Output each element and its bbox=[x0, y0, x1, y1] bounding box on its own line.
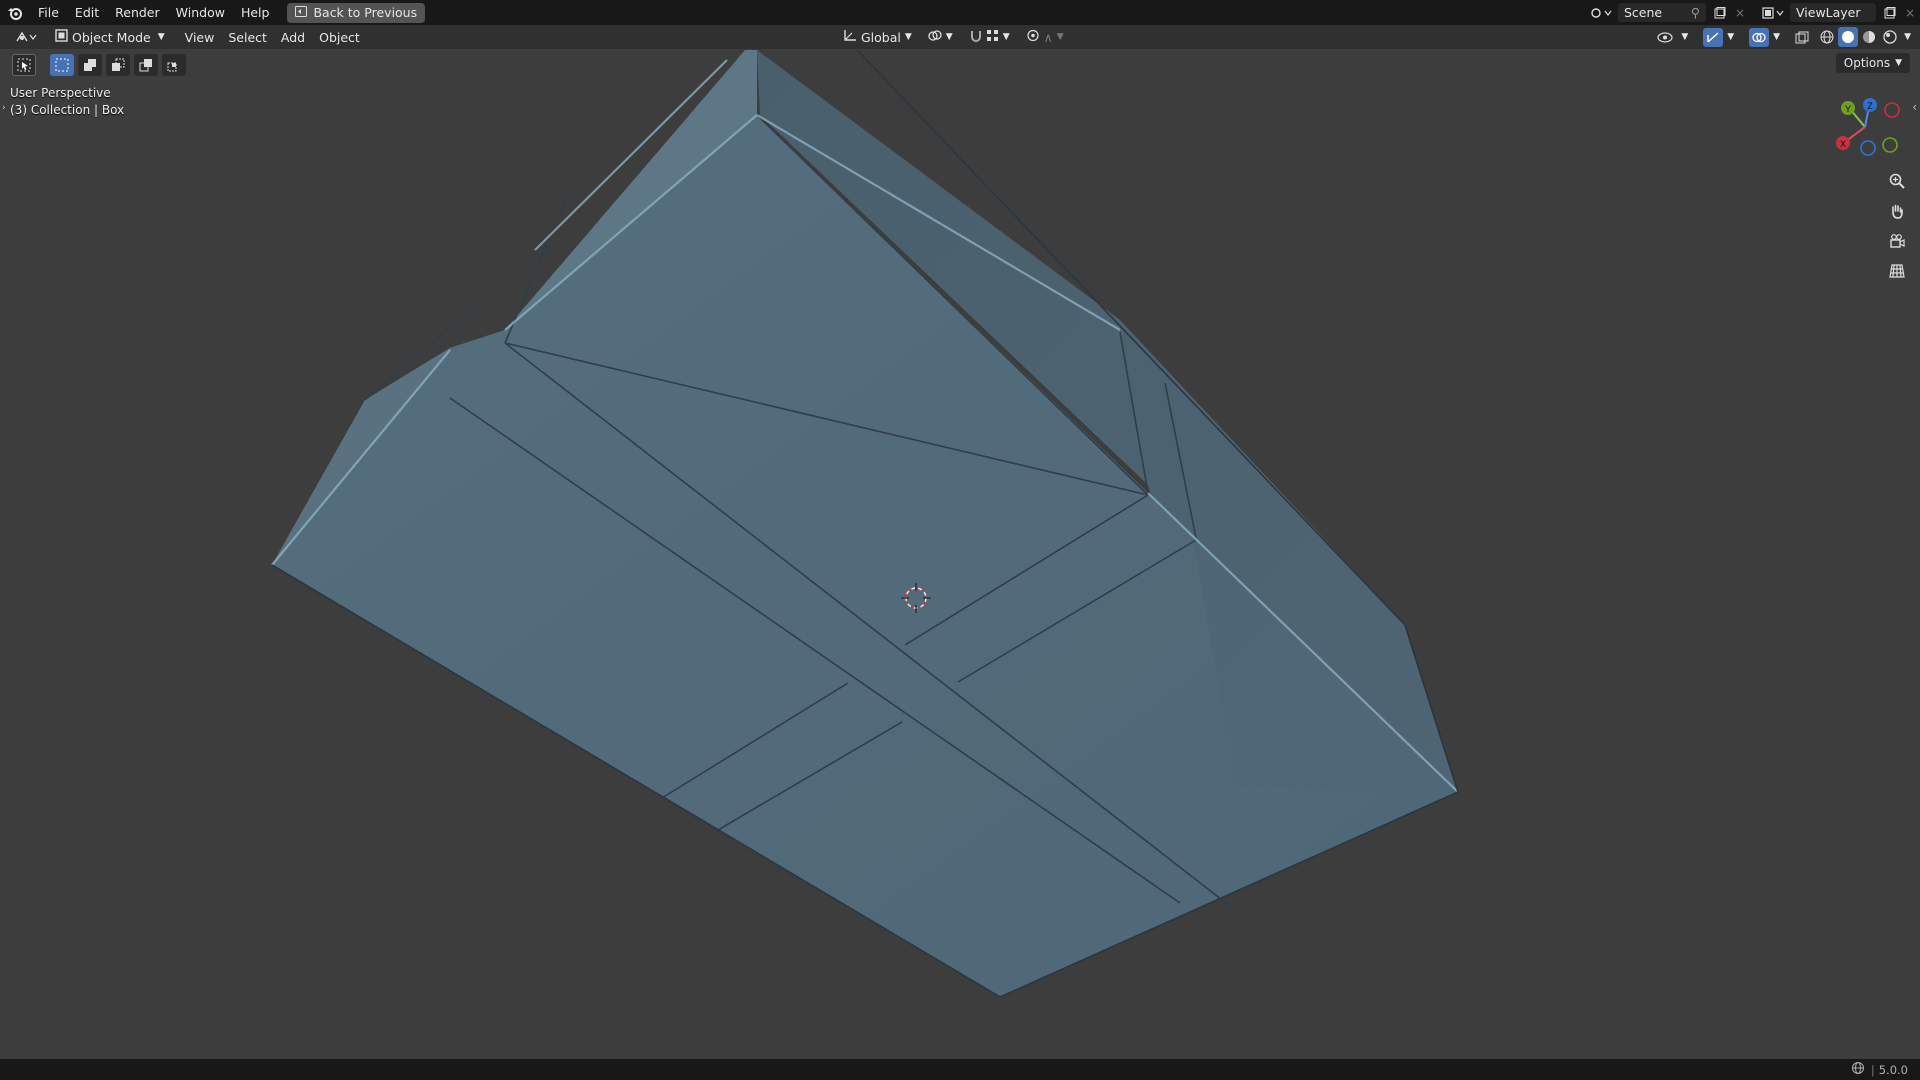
status-divider: | bbox=[1870, 1062, 1875, 1077]
back-to-previous-label: Back to Previous bbox=[313, 5, 418, 20]
x-axis-label: X bbox=[1840, 139, 1846, 149]
menu-window[interactable]: Window bbox=[168, 0, 233, 25]
menu-view[interactable]: View bbox=[178, 27, 222, 47]
viewport-header: Object Mode ▼ View Select Add Object Glo… bbox=[0, 25, 1920, 49]
grid-icon[interactable] bbox=[1884, 258, 1910, 284]
options-dropdown[interactable]: Options ▼ bbox=[1835, 53, 1910, 73]
chevron-down-icon: ▼ bbox=[904, 32, 912, 42]
select-extend-icon[interactable] bbox=[78, 54, 102, 76]
pivot-icon bbox=[928, 29, 942, 45]
snap-target-icon bbox=[986, 29, 999, 45]
new-view-layer-icon[interactable] bbox=[1880, 3, 1900, 22]
proportional-icon bbox=[1026, 29, 1040, 45]
scene-name: Scene bbox=[1624, 5, 1663, 20]
solid-icon[interactable] bbox=[1838, 27, 1859, 47]
neg-z-axis[interactable] bbox=[1860, 140, 1876, 156]
scene-field[interactable]: Scene ⚲ bbox=[1618, 3, 1706, 22]
back-to-previous-button[interactable]: Back to Previous bbox=[287, 2, 426, 23]
select-intersect-icon[interactable] bbox=[162, 54, 186, 76]
delete-scene-icon[interactable]: × bbox=[1730, 3, 1750, 22]
new-scene-icon[interactable] bbox=[1710, 3, 1730, 22]
pan-hand-icon[interactable] bbox=[1884, 198, 1910, 224]
select-subtract-icon[interactable] bbox=[106, 54, 130, 76]
neg-x-axis[interactable] bbox=[1884, 102, 1900, 118]
camera-icon[interactable] bbox=[1884, 228, 1910, 254]
version-label: 5.0.0 bbox=[1878, 1062, 1908, 1077]
viewport-canvas[interactable] bbox=[0, 49, 1920, 1059]
pivot-point-dropdown[interactable]: ▼ bbox=[921, 27, 960, 47]
neg-y-axis[interactable] bbox=[1882, 137, 1898, 153]
chevron-down-icon: ▼ bbox=[1056, 32, 1064, 42]
snap-icon bbox=[969, 29, 983, 45]
view-layer-field[interactable]: ViewLayer bbox=[1790, 3, 1876, 22]
chevron-down-icon: ▼ bbox=[945, 32, 953, 42]
perspective-label: User Perspective bbox=[10, 86, 111, 100]
chevron-right-icon[interactable]: › bbox=[2, 103, 6, 113]
menu-file[interactable]: File bbox=[30, 0, 67, 25]
menu-select[interactable]: Select bbox=[221, 27, 274, 47]
scene-icon[interactable] bbox=[1584, 3, 1618, 22]
rendered-icon[interactable] bbox=[1880, 27, 1900, 47]
z-axis-label: Z bbox=[1867, 101, 1873, 111]
editor-type-icon[interactable] bbox=[8, 27, 44, 47]
blender-logo-icon[interactable] bbox=[0, 0, 30, 25]
orientation-icon bbox=[843, 29, 857, 45]
menu-help[interactable]: Help bbox=[233, 0, 278, 25]
visibility-icon[interactable]: ▼ bbox=[1650, 27, 1695, 47]
view-layer-name: ViewLayer bbox=[1796, 5, 1861, 20]
snap-toggle[interactable]: ▼ bbox=[962, 27, 1017, 47]
proportional-editing-toggle[interactable]: ∧ ▼ bbox=[1019, 27, 1071, 47]
topbar-right: Scene ⚲ × ViewLayer × bbox=[1584, 0, 1920, 25]
delete-view-layer-icon[interactable]: × bbox=[1900, 3, 1920, 22]
select-invert-icon[interactable] bbox=[134, 54, 158, 76]
y-axis-label: Y bbox=[1845, 104, 1851, 114]
tool-settings-row: Options ▼ bbox=[0, 49, 1920, 79]
header-right-tools: ▼ ▼ ▼ ▼ bbox=[1650, 25, 1914, 49]
options-label: Options bbox=[1843, 56, 1891, 70]
chevron-down-icon: ▼ bbox=[157, 32, 165, 42]
menu-render[interactable]: Render bbox=[107, 0, 168, 25]
select-mode-group bbox=[12, 54, 186, 76]
chevron-down-icon: ▼ bbox=[1895, 58, 1902, 68]
wireframe-icon[interactable] bbox=[1817, 27, 1837, 47]
sidebar-toggle-icon[interactable]: ‹ bbox=[1912, 100, 1917, 114]
status-bar: | 5.0.0 bbox=[0, 1059, 1920, 1080]
object-mode-icon bbox=[55, 29, 68, 45]
menu-edit[interactable]: Edit bbox=[67, 0, 107, 25]
object-mode-label: Object Mode bbox=[72, 29, 151, 45]
3d-viewport[interactable] bbox=[0, 49, 1920, 1059]
view-layer-icon[interactable] bbox=[1756, 3, 1790, 22]
falloff-icon: ∧ bbox=[1043, 29, 1053, 45]
menu-add[interactable]: Add bbox=[274, 27, 312, 47]
select-new-icon[interactable] bbox=[50, 54, 74, 76]
xray-icon[interactable] bbox=[1788, 27, 1816, 47]
collection-label: (3) Collection | Box bbox=[10, 103, 125, 117]
material-icon[interactable] bbox=[1859, 27, 1879, 47]
zoom-icon[interactable] bbox=[1884, 168, 1910, 194]
shading-options-icon[interactable]: ▼ bbox=[1901, 27, 1914, 47]
header-center-tools: Global ▼ ▼ ▼ ∧ ▼ bbox=[836, 25, 1071, 49]
network-icon[interactable] bbox=[1851, 1061, 1865, 1078]
orientation-label: Global bbox=[861, 29, 901, 45]
transform-orientation-dropdown[interactable]: Global ▼ bbox=[836, 27, 919, 47]
object-mode-dropdown[interactable]: Object Mode ▼ bbox=[48, 27, 172, 47]
pin-icon[interactable]: ⚲ bbox=[1691, 5, 1700, 20]
navigation-gizmo[interactable]: Y Z X bbox=[1822, 96, 1908, 158]
chevron-down-icon: ▼ bbox=[1002, 32, 1010, 42]
blender-window: File Edit Render Window Help Back to Pre… bbox=[0, 0, 1920, 1080]
select-tool-icon[interactable] bbox=[12, 54, 36, 76]
back-icon bbox=[295, 5, 308, 20]
top-bar: File Edit Render Window Help Back to Pre… bbox=[0, 0, 1920, 25]
overlay-icon[interactable]: ▼ bbox=[1742, 27, 1787, 47]
gizmo-icon[interactable]: ▼ bbox=[1696, 27, 1741, 47]
menu-object[interactable]: Object bbox=[312, 27, 367, 47]
